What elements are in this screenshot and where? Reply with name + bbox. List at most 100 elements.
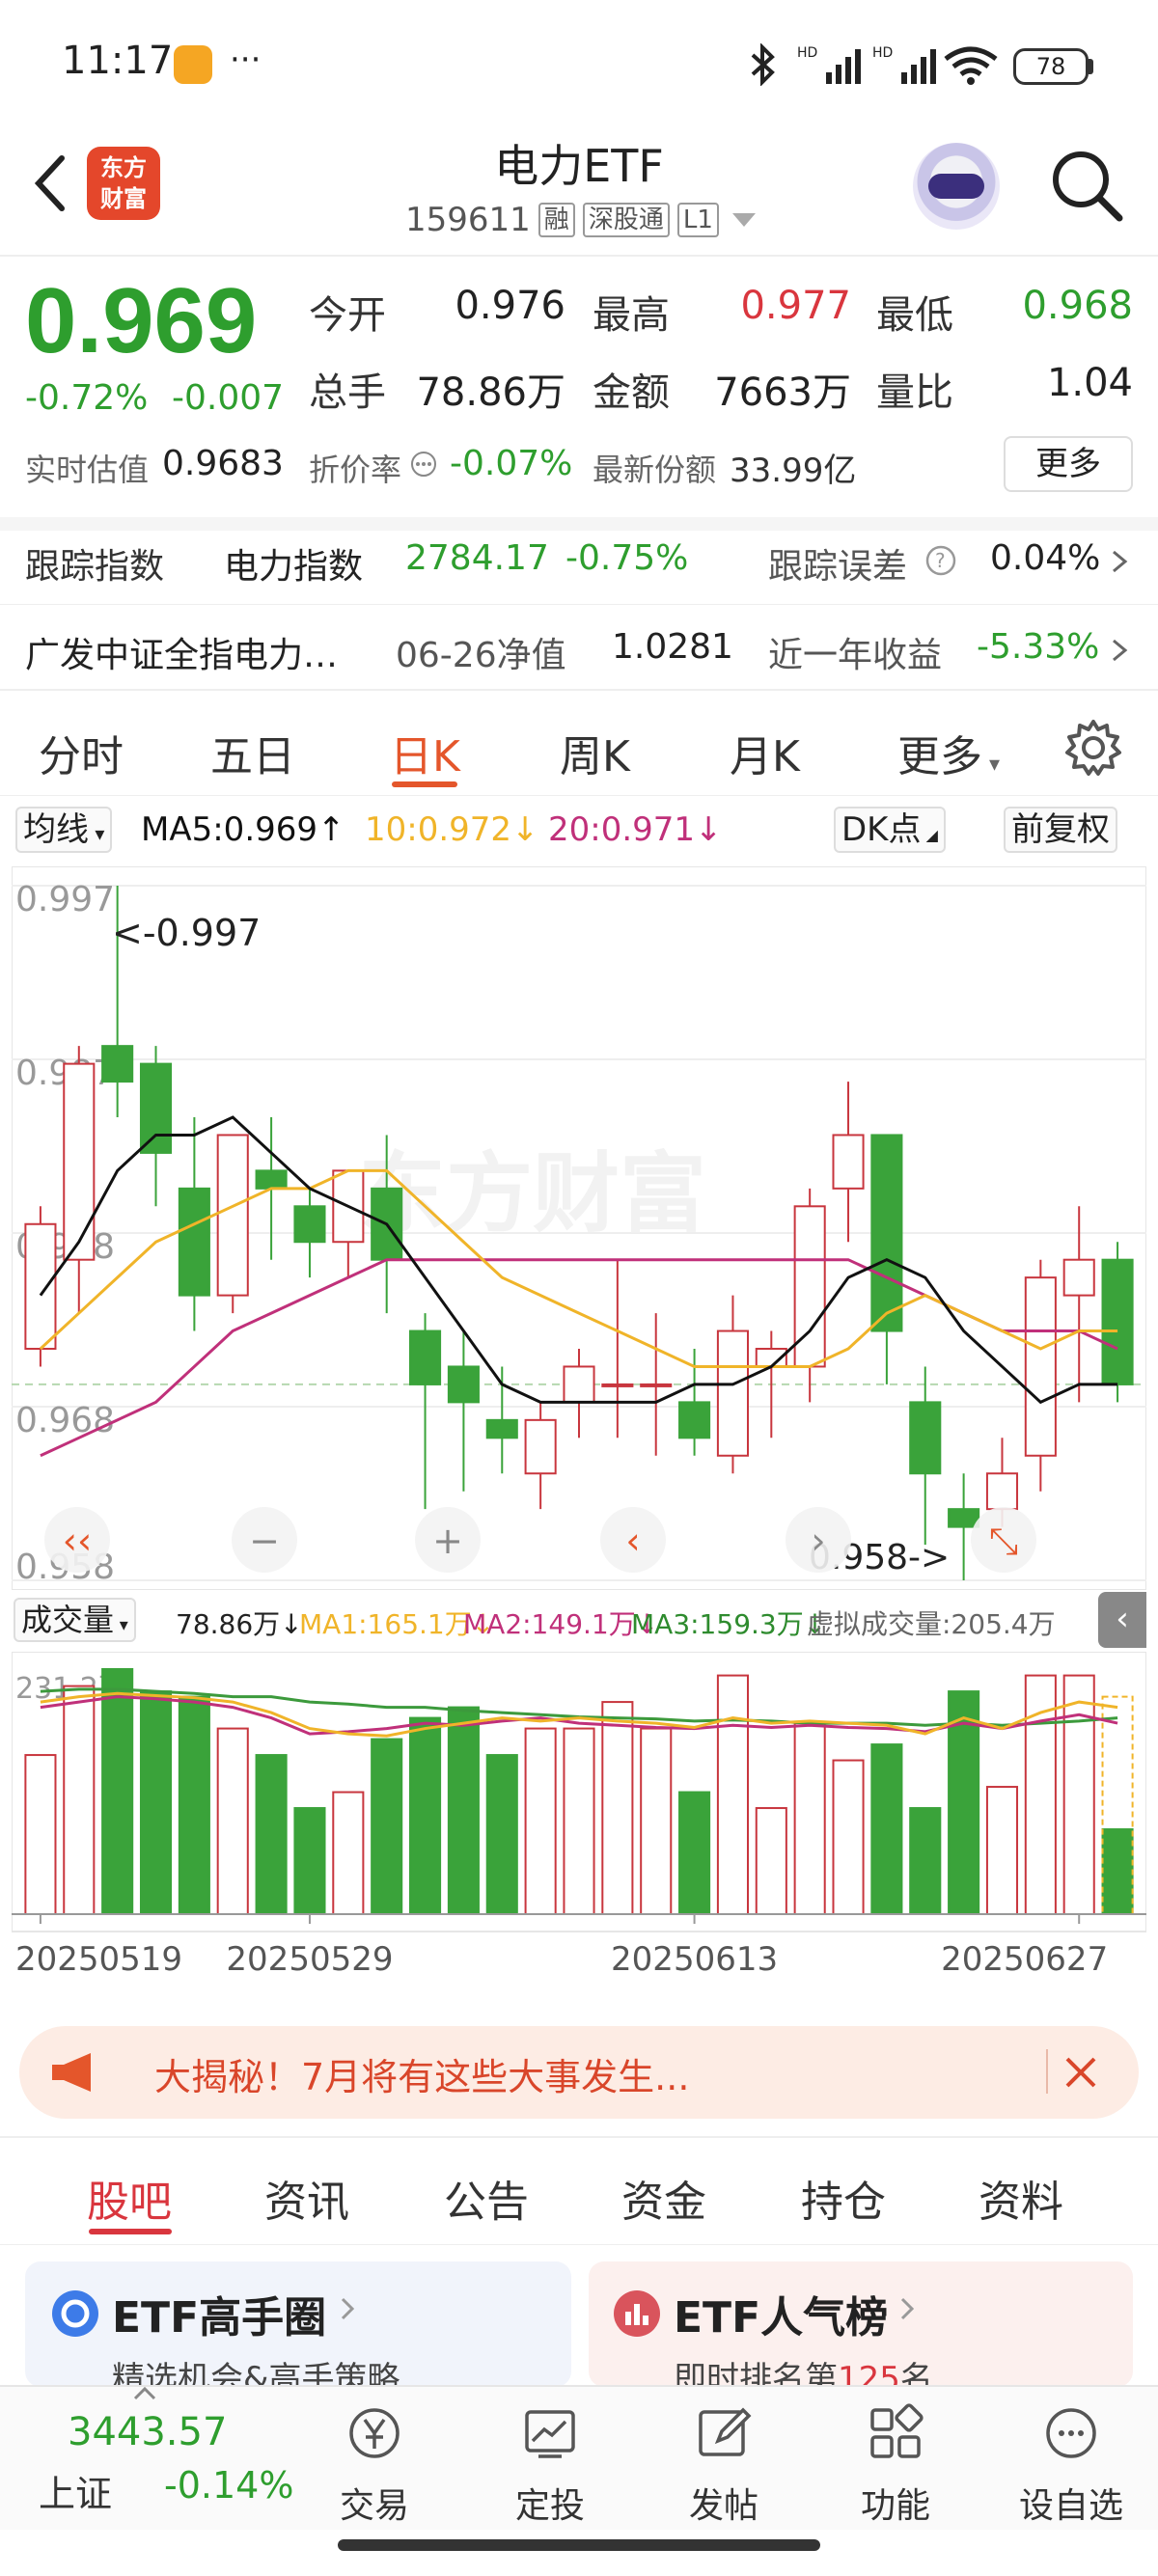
help-icon[interactable]: ?: [924, 544, 957, 577]
tab-more[interactable]: 更多 ▾: [897, 722, 1000, 783]
tab-daily-k[interactable]: 日K: [390, 722, 460, 783]
status-time: 11:17: [62, 39, 174, 83]
pan-left-button-glyph: ‹: [625, 1520, 640, 1562]
more-button[interactable]: 更多: [1004, 436, 1133, 492]
candle-body: [485, 1418, 518, 1439]
pan-left-button[interactable]: ‹: [600, 1507, 666, 1573]
notification-app-icon: [174, 45, 212, 84]
fund-name[interactable]: 广发中证全指电力…: [25, 627, 338, 677]
ma5-value: MA5:0.969↑: [141, 810, 345, 849]
chevron-right-icon-2[interactable]: [1108, 637, 1131, 664]
expert-card-title: ETF高手圈: [112, 2293, 327, 2343]
search-icon[interactable]: [1046, 145, 1127, 226]
ma-select[interactable]: 均线 ▾: [15, 807, 113, 853]
shares-label: 最新份额: [593, 452, 717, 488]
candle-body: [640, 1383, 673, 1387]
candle-body: [255, 1169, 288, 1190]
gear-icon[interactable]: [1062, 716, 1125, 780]
sh-index-change: -0.14%: [164, 2464, 294, 2507]
tab-forum[interactable]: 股吧: [87, 2167, 172, 2229]
zoom-in-button[interactable]: +: [415, 1507, 481, 1573]
volume-bar: [24, 1754, 57, 1915]
volume-bar: [371, 1738, 403, 1915]
nav-invest-plan[interactable]: 定投: [492, 2402, 608, 2528]
candle-body: [139, 1062, 173, 1154]
zoom-left-fast-button[interactable]: ‹‹: [44, 1507, 110, 1573]
tab-announcements[interactable]: 公告: [444, 2167, 529, 2229]
nav-trade-label: 交易: [339, 2486, 409, 2526]
tab-capital[interactable]: 资金: [621, 2167, 706, 2229]
caret-up-icon: [133, 2387, 156, 2400]
dk-point-button[interactable]: DK点 ◢: [834, 807, 946, 853]
tab-holdings[interactable]: 持仓: [801, 2167, 886, 2229]
low-value: 0.968: [1022, 284, 1133, 328]
candle-body: [716, 1329, 749, 1457]
volume-select-label: 成交量: [21, 1602, 115, 1638]
tab-five-day[interactable]: 五日: [210, 722, 295, 783]
nav-invest-plan-label: 定投: [514, 2486, 585, 2526]
grid-icon: [870, 2403, 924, 2458]
ranking-card-title: ETF人气榜: [674, 2293, 889, 2343]
ratio-label: 量比: [876, 370, 953, 415]
megaphone-icon: [52, 2053, 91, 2092]
volume-bar: [409, 1716, 442, 1915]
adjust-select[interactable]: 前复权: [1004, 807, 1117, 853]
volume-select[interactable]: 成交量 ▾: [14, 1598, 136, 1642]
tab-weekly-k[interactable]: 周K: [560, 722, 630, 783]
collapse-arrow-button[interactable]: ‹: [1098, 1592, 1146, 1648]
sh-index-name: 上证: [39, 2473, 113, 2515]
candle-body: [1024, 1276, 1057, 1457]
tracking-index-name[interactable]: 电力指数: [224, 538, 363, 589]
volume-bar: [1062, 1674, 1095, 1916]
zoom-left-fast-button-glyph: ‹‹: [63, 1520, 92, 1562]
ma10-value: 10:0.972↓: [365, 810, 539, 849]
nav-functions[interactable]: 功能: [838, 2402, 953, 2528]
nav-value: 1.0281: [612, 627, 733, 667]
edit-icon: [699, 2407, 752, 2456]
tab-monthly-k[interactable]: 月K: [730, 722, 800, 783]
pan-right-button[interactable]: ›: [786, 1507, 851, 1573]
security-code-row[interactable]: 159611 融 深股通 L1: [405, 201, 756, 239]
nav-add-watchlist[interactable]: 设自选: [1013, 2402, 1129, 2528]
nav-post[interactable]: 发帖: [666, 2402, 782, 2528]
volume-bar: [63, 1685, 96, 1915]
volume-bar: [909, 1807, 942, 1915]
annual-return-label: 近一年收益: [768, 636, 943, 675]
close-icon[interactable]: [1062, 2053, 1100, 2092]
banner-text[interactable]: 大揭秘！7月将有这些大事发生...: [154, 2047, 689, 2100]
virtual-volume: 虚拟成交量:205.4万: [807, 1608, 1056, 1640]
candle-body: [63, 1062, 96, 1261]
volume-indicator: 78.86万↓: [176, 1608, 303, 1640]
signal-hd-icon-2: HD: [872, 45, 936, 84]
candle-body: [1101, 1258, 1134, 1385]
app-logo: 东方 财富: [87, 147, 160, 220]
estimate-value: 0.9683: [162, 444, 284, 483]
x-tick-label: 20250627: [941, 1940, 1108, 1979]
amount-value: 7663万: [714, 370, 851, 415]
candle-body: [178, 1187, 210, 1297]
chevron-right-icon[interactable]: [1108, 548, 1131, 575]
tag-level: L1: [676, 203, 719, 237]
info-icon[interactable]: [409, 450, 438, 479]
sh-index-value[interactable]: 3443.57: [68, 2410, 227, 2454]
volume-bar: [985, 1786, 1019, 1915]
candle-body: [216, 1134, 249, 1297]
kline-chart[interactable]: 0.9970.9870.9780.9680.958东方财富<-0.9970.95…: [12, 866, 1146, 1590]
volume-bar: [1101, 1828, 1134, 1916]
tab-news[interactable]: 资讯: [264, 2167, 349, 2229]
fullscreen-button[interactable]: ⤡: [971, 1507, 1036, 1573]
zoom-out-button[interactable]: −: [232, 1507, 297, 1573]
volume-chart[interactable]: 231.2万20250519202505292025061320250627: [12, 1652, 1146, 2009]
volume-bar: [101, 1668, 134, 1915]
dk-point-label: DK点: [841, 810, 922, 849]
volume-bar: [216, 1727, 249, 1915]
change-percent: -0.72%: [25, 378, 149, 418]
volume-bar: [678, 1791, 711, 1916]
nav-trade[interactable]: 交易: [317, 2402, 432, 2528]
tab-intraday[interactable]: 分时: [39, 722, 124, 783]
candle-body: [563, 1365, 595, 1404]
tab-profile[interactable]: 资料: [979, 2167, 1063, 2229]
volume-bar: [447, 1706, 480, 1916]
content-tab-underline: [89, 2229, 172, 2234]
back-arrow-icon[interactable]: [19, 145, 87, 222]
